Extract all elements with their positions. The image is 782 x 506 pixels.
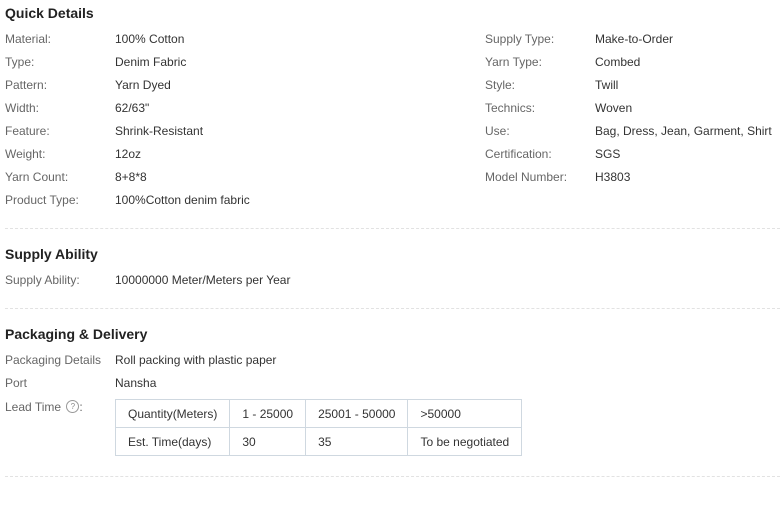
detail-value: Shrink-Resistant xyxy=(115,124,204,138)
detail-value: Bag, Dress, Jean, Garment, Shirt xyxy=(595,124,772,138)
section-divider xyxy=(5,308,780,309)
detail-label: Weight: xyxy=(5,147,46,161)
detail-value: 62/63" xyxy=(115,101,150,115)
table-cell: Est. Time(days) xyxy=(114,427,231,456)
section-divider xyxy=(5,228,780,229)
table-cell: 35 xyxy=(305,427,409,456)
table-cell: To be negotiated xyxy=(407,427,523,456)
detail-value: Yarn Dyed xyxy=(115,78,171,92)
detail-value: SGS xyxy=(595,147,621,161)
table-cell: 25001 - 50000 xyxy=(305,399,409,428)
detail-value: 8+8*8 xyxy=(115,170,147,184)
packaging-delivery-title: Packaging & Delivery xyxy=(5,326,148,342)
supply-ability-value: 10000000 Meter/Meters per Year xyxy=(115,273,291,287)
detail-label: Material: xyxy=(5,32,52,46)
table-row: Est. Time(days) 30 35 To be negotiated xyxy=(114,427,523,456)
detail-value: 12oz xyxy=(115,147,142,161)
table-cell: 30 xyxy=(229,427,307,456)
detail-label: Technics: xyxy=(485,101,536,115)
detail-label: Model Number: xyxy=(485,170,568,184)
detail-value: Make-to-Order xyxy=(595,32,674,46)
detail-value: Woven xyxy=(595,101,633,115)
detail-label: Certification: xyxy=(485,147,552,161)
lead-time-label: Lead Time xyxy=(5,400,62,414)
detail-value: Combed xyxy=(595,55,641,69)
table-row: Quantity(Meters) 1 - 25000 25001 - 50000… xyxy=(114,399,523,428)
port-label: Port xyxy=(5,376,28,390)
port-value: Nansha xyxy=(115,376,157,390)
detail-value: Twill xyxy=(595,78,619,92)
quick-details-title: Quick Details xyxy=(5,5,94,21)
supply-ability-label: Supply Ability: xyxy=(5,273,80,287)
supply-ability-title: Supply Ability xyxy=(5,246,98,262)
detail-value: H3803 xyxy=(595,170,631,184)
detail-value: 100%Cotton denim fabric xyxy=(115,193,250,207)
detail-label: Feature: xyxy=(5,124,50,138)
detail-label: Use: xyxy=(485,124,510,138)
detail-value: Denim Fabric xyxy=(115,55,187,69)
detail-label: Style: xyxy=(485,78,516,92)
detail-label: Supply Type: xyxy=(485,32,555,46)
question-circle-icon[interactable]: ? xyxy=(66,400,80,414)
detail-label: Yarn Type: xyxy=(485,55,542,69)
lead-time-row: Lead Time ?: xyxy=(5,398,83,416)
table-cell: >50000 xyxy=(407,399,523,428)
detail-label: Product Type: xyxy=(5,193,79,207)
detail-label: Width: xyxy=(5,101,40,115)
lead-time-table: Quantity(Meters) 1 - 25000 25001 - 50000… xyxy=(114,399,523,456)
table-cell: 1 - 25000 xyxy=(229,399,307,428)
table-cell: Quantity(Meters) xyxy=(114,399,231,428)
detail-label: Yarn Count: xyxy=(5,170,69,184)
packaging-details-label: Packaging Details xyxy=(5,353,102,367)
lead-time-colon: : xyxy=(79,400,83,414)
detail-label: Type: xyxy=(5,55,35,69)
packaging-details-value: Roll packing with plastic paper xyxy=(115,353,277,367)
detail-value: 100% Cotton xyxy=(115,32,185,46)
section-divider xyxy=(5,476,780,477)
detail-label: Pattern: xyxy=(5,78,48,92)
